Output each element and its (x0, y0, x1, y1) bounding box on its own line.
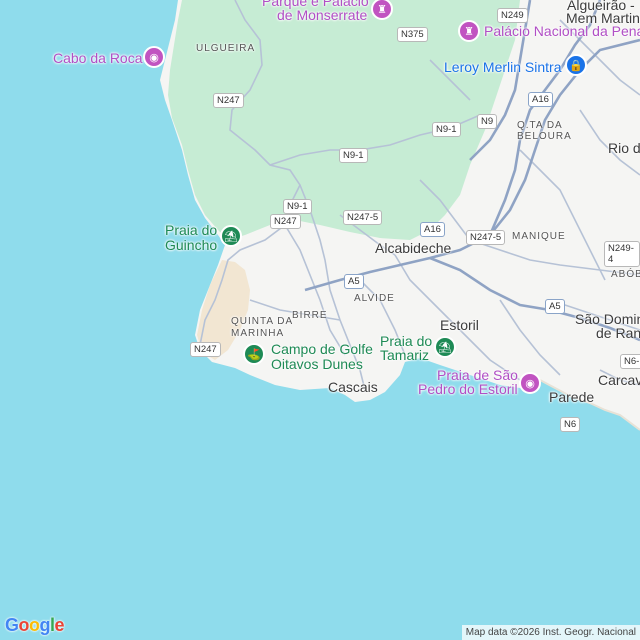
logo-letter: g (39, 615, 51, 635)
locality-quinta-marinha-2: MARINHA (231, 328, 285, 339)
poi-cabo-roca-label[interactable]: Cabo da Roca (53, 51, 143, 66)
poi-tamariz-label-2[interactable]: Tamariz (380, 348, 429, 363)
locality-ulgueira: ULGUEIRA (196, 43, 256, 54)
place-cascais[interactable]: Cascais (328, 380, 378, 395)
road-shield: A5 (344, 274, 364, 289)
poi-golfe-label-1[interactable]: Campo de Golfe (271, 342, 373, 357)
road-shield: A16 (420, 222, 445, 237)
road-shield: N6- (620, 354, 640, 369)
place-rio-de[interactable]: Rio de (608, 141, 640, 156)
golf-pin-icon[interactable]: ⛳ (243, 343, 265, 365)
pena-pin-icon[interactable]: ♜ (458, 20, 480, 42)
road-shield: A5 (545, 299, 565, 314)
road-shield: N247 (213, 93, 244, 108)
place-carcavelos[interactable]: Carcav (598, 373, 640, 388)
locality-quinta-marinha-1: QUINTA DA (231, 316, 294, 327)
google-logo[interactable]: Google (5, 615, 65, 636)
poi-guincho-label-2[interactable]: Guincho (165, 238, 217, 253)
locality-birre: BIRRE (292, 310, 328, 321)
road-shield: N247 (190, 342, 221, 357)
road-shield: N9-1 (339, 148, 368, 163)
locality-manique: MANIQUE (512, 231, 566, 242)
beach-pin-icon[interactable]: ⛱ (220, 225, 242, 247)
poi-pena-label[interactable]: Palácio Nacional da Pena (484, 24, 640, 39)
logo-letter: G (5, 615, 19, 635)
road-shield: N247 (270, 214, 301, 229)
place-alcabideche[interactable]: Alcabideche (375, 241, 451, 256)
road-shield: N249-4 (604, 241, 640, 267)
locality-alvide: ALVIDE (354, 293, 395, 304)
road-shield: N247-5 (466, 230, 506, 245)
poi-sao-pedro-label-2[interactable]: Pedro do Estoril (418, 382, 518, 397)
road-shield: A16 (528, 92, 553, 107)
road-shield: N247-5 (343, 210, 383, 225)
locality-qta-beloura-2: BELOURA (517, 131, 572, 142)
shopping-bag-icon[interactable]: 🔒 (565, 54, 587, 76)
beach-pin-icon[interactable]: ⛱ (434, 336, 456, 358)
camera-pin-icon[interactable]: ◉ (143, 46, 165, 68)
poi-golfe-label-2[interactable]: Oitavos Dunes (271, 357, 363, 372)
road-shield: N249 (497, 8, 528, 23)
poi-leroy-label[interactable]: Leroy Merlin Sintra (444, 60, 562, 75)
road-shield: N9 (477, 114, 498, 129)
road-shield: N9-1 (283, 199, 312, 214)
locality-abobora: ABÓBO (611, 269, 640, 280)
poi-guincho-label-1[interactable]: Praia do (165, 223, 217, 238)
logo-letter: o (18, 615, 30, 635)
place-sao-domingos-2[interactable]: de Ran (596, 326, 640, 341)
poi-monserrate-label-2[interactable]: de Monserrate (277, 8, 367, 23)
map-attribution[interactable]: Map data ©2026 Inst. Geogr. Nacional (461, 625, 640, 640)
place-parede[interactable]: Parede (549, 390, 594, 405)
place-estoril[interactable]: Estoril (440, 318, 479, 333)
road-shield: N375 (397, 27, 428, 42)
logo-letter: e (54, 615, 65, 635)
road-shield: N9-1 (432, 122, 461, 137)
locality-qta-beloura-1: Q.TA DA (517, 120, 563, 131)
logo-letter: o (29, 615, 40, 635)
road-shield: N6 (560, 417, 581, 432)
camera-pin-icon[interactable]: ◉ (519, 372, 541, 394)
